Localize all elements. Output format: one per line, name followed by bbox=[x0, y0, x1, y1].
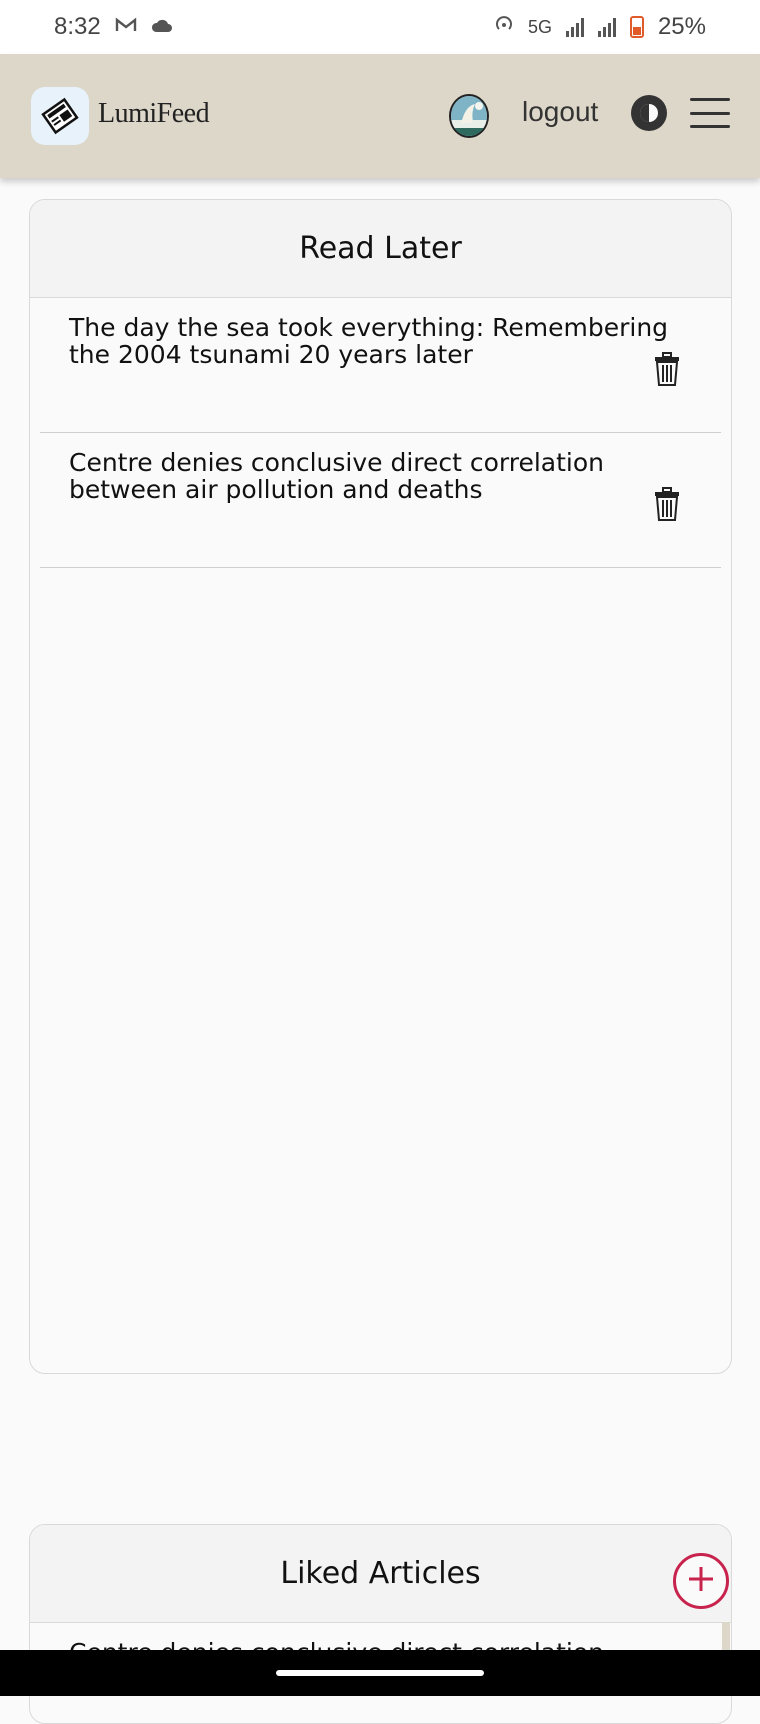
theme-toggle-icon[interactable] bbox=[630, 94, 668, 132]
read-later-card: Read Later The day the sea took everythi… bbox=[29, 199, 732, 1374]
hamburger-menu-icon[interactable] bbox=[690, 98, 730, 128]
list-item[interactable]: Centre denies conclusive direct correlat… bbox=[40, 433, 721, 568]
scrollbar[interactable] bbox=[722, 1622, 730, 1652]
logout-button[interactable]: logout bbox=[522, 96, 598, 128]
network-type: 5G bbox=[527, 16, 552, 37]
system-nav-bar bbox=[0, 1650, 760, 1696]
status-bar: 8:32 5G 25% bbox=[0, 0, 760, 54]
article-title[interactable]: Centre denies conclusive direct correlat… bbox=[69, 449, 689, 503]
newspaper-logo-icon[interactable] bbox=[31, 87, 89, 145]
trash-icon[interactable] bbox=[654, 352, 680, 386]
list-item[interactable]: The day the sea took everything: Remembe… bbox=[40, 298, 721, 433]
clock: 8:32 bbox=[54, 13, 101, 40]
battery-level: 25% bbox=[657, 13, 706, 40]
read-later-title: Read Later bbox=[30, 200, 731, 298]
hotspot-icon bbox=[494, 13, 514, 41]
trash-icon[interactable] bbox=[654, 487, 680, 521]
plus-icon bbox=[686, 1564, 716, 1598]
signal-icon bbox=[597, 17, 616, 37]
article-title[interactable]: The day the sea took everything: Remembe… bbox=[69, 314, 689, 368]
cloud-icon bbox=[151, 16, 173, 39]
signal-icon bbox=[565, 17, 584, 37]
gmail-icon bbox=[115, 16, 137, 39]
liked-articles-title: Liked Articles bbox=[30, 1525, 731, 1623]
avatar[interactable] bbox=[449, 94, 489, 138]
app-header: LumiFeed logout bbox=[0, 54, 760, 178]
add-button[interactable] bbox=[673, 1553, 729, 1609]
brand-name[interactable]: LumiFeed bbox=[98, 98, 210, 130]
home-indicator[interactable] bbox=[276, 1670, 484, 1676]
battery-icon bbox=[629, 16, 644, 38]
